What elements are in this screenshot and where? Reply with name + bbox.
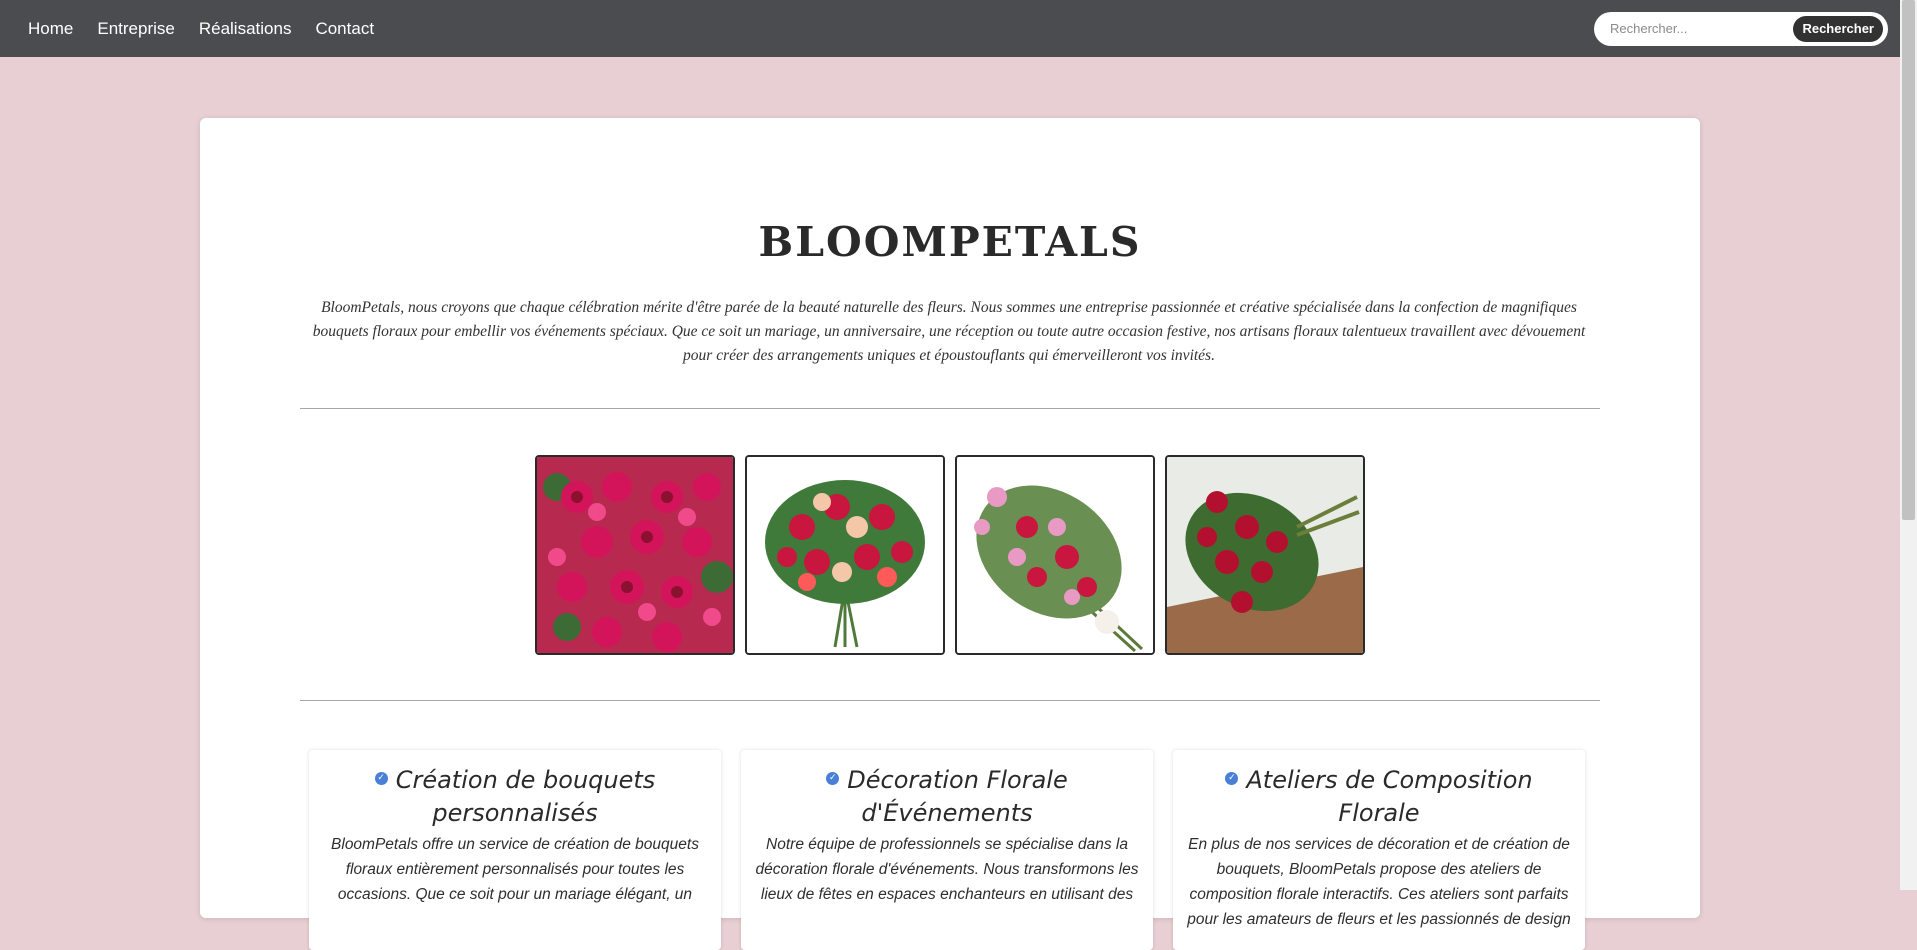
page-title: BLOOMPETALS [758, 218, 1142, 266]
bouquet-photo-2 [745, 455, 945, 655]
nav-link-home[interactable]: Home [28, 19, 73, 39]
bouquet-gallery [535, 455, 1365, 655]
service-title: ✓ Ateliers de Composition Florale [1185, 764, 1573, 830]
service-card-decoration: ✓ Décoration Florale d'Événements Notre é… [741, 750, 1153, 950]
bouquet-photo-3 [955, 455, 1155, 655]
service-description: BloomPetals offre un service de création… [331, 836, 699, 903]
divider-bottom [300, 700, 1600, 701]
nav-link-entreprise[interactable]: Entreprise [97, 19, 174, 39]
check-badge-icon: ✓ [826, 771, 840, 785]
service-title-text: Décoration Florale d'Événements [847, 766, 1068, 827]
service-title: ✓ Décoration Florale d'Événements [753, 764, 1141, 830]
divider-top [300, 408, 1600, 409]
search-button[interactable]: Rechercher [1793, 15, 1883, 42]
service-description: Notre équipe de professionnels se spécia… [755, 836, 1139, 903]
service-description: En plus de nos services de décoration et… [1187, 836, 1571, 928]
search-bar: Rechercher [1594, 11, 1888, 46]
nav-link-realisations[interactable]: Réalisations [199, 19, 292, 39]
check-badge-icon: ✓ [374, 771, 388, 785]
search-input[interactable] [1608, 20, 1794, 37]
intro-paragraph: BloomPetals, nous croyons que chaque cél… [312, 299, 1586, 364]
service-card-ateliers: ✓ Ateliers de Composition Florale En plus… [1173, 750, 1585, 950]
scrollbar-thumb[interactable] [1902, 0, 1915, 520]
service-title: ✓ Création de bouquets personnalisés [321, 764, 709, 830]
bouquet-photo-1 [535, 455, 735, 655]
page-scrollbar[interactable] [1900, 0, 1917, 890]
bouquet-photo-4 [1165, 455, 1365, 655]
service-card-bouquets: ✓ Création de bouquets personnalisés Bloo… [309, 750, 721, 950]
service-title-text: Création de bouquets personnalisés [395, 766, 656, 827]
top-navbar: Home Entreprise Réalisations Contact Rec… [0, 0, 1900, 57]
service-title-text: Ateliers de Composition Florale [1246, 766, 1533, 827]
nav-link-contact[interactable]: Contact [315, 19, 374, 39]
services-section: ✓ Création de bouquets personnalisés Bloo… [309, 750, 1585, 950]
check-badge-icon: ✓ [1225, 771, 1239, 785]
main-nav: Home Entreprise Réalisations Contact [16, 19, 386, 39]
